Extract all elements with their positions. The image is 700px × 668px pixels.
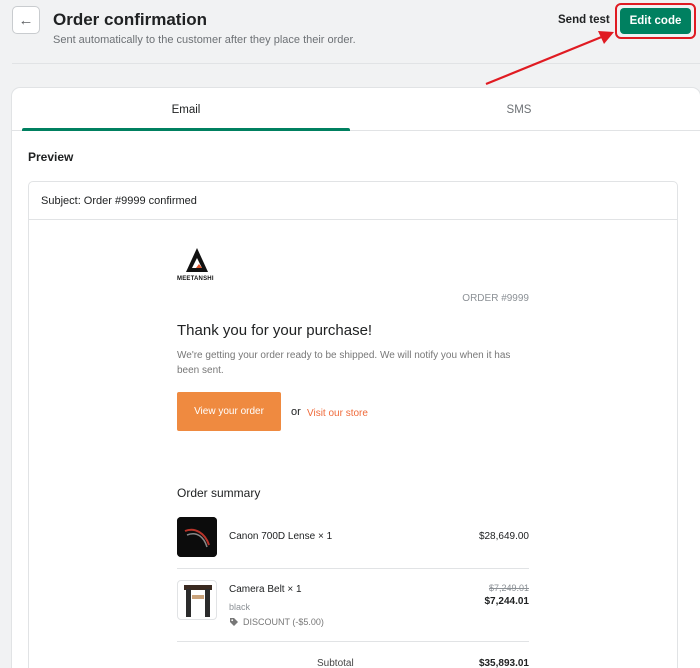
original-price: $7,249.01 [488,583,529,593]
active-tab-indicator [22,128,350,131]
discount-line: DISCOUNT (-$5.00) [229,617,324,627]
order-number: ORDER #9999 [462,293,529,304]
subtotal-value: $35,893.01 [478,658,529,668]
product-thumbnail [177,580,217,620]
page-header: ← Order confirmation Sent automatically … [0,0,700,64]
order-summary-heading: Order summary [177,486,261,500]
tab-sms[interactable]: SMS [356,88,682,131]
tag-icon [230,618,238,626]
page-title: Order confirmation [53,10,207,29]
template-card: Email SMS Preview Subject: Order #9999 c… [12,88,700,668]
product-thumbnail [177,517,217,557]
product-name: Camera Belt × 1 [229,584,302,595]
preview-heading: Preview [28,150,74,164]
header-divider [12,63,700,64]
view-order-button[interactable]: View your order [177,392,281,431]
email-subject: Subject: Order #9999 confirmed [29,182,677,220]
channel-tabs: Email SMS [12,88,700,131]
thank-you-heading: Thank you for your purchase! [177,322,373,339]
visit-store-link[interactable]: Visit our store [307,408,368,419]
product-variant: black [229,602,251,612]
discount-label: DISCOUNT (-$5.00) [243,617,324,627]
back-button[interactable]: ← [12,6,40,34]
product-price: $28,649.00 [478,531,529,542]
or-separator: or [291,406,301,418]
highlight-box: Edit code [615,3,696,39]
line-item: Canon 700D Lense × 1 $28,649.00 [177,517,529,569]
send-test-button[interactable]: Send test [558,14,610,26]
store-logo-text: MEETANSHI [177,276,214,282]
edit-code-button[interactable]: Edit code [620,8,691,34]
page-subtitle: Sent automatically to the customer after… [53,34,356,46]
product-price: $7,244.01 [484,596,530,607]
arrow-left-icon: ← [18,11,34,29]
shipping-note: We're getting your order ready to be shi… [177,350,511,376]
product-name: Canon 700D Lense × 1 [229,531,333,542]
email-preview: Subject: Order #9999 confirmed MEETANSHI… [28,181,678,668]
subtotal-label: Subtotal [317,658,354,668]
tab-email[interactable]: Email [22,88,350,131]
line-item: Camera Belt × 1 black DISCOUNT (-$5.00) … [177,580,529,642]
